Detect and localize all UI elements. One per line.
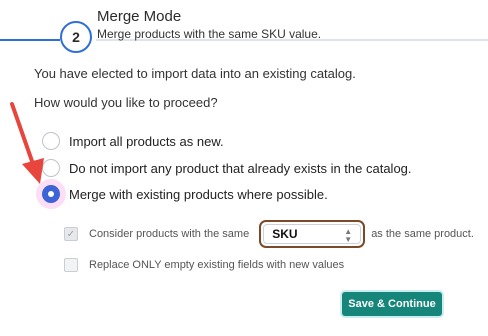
consider-same-product-row: ✓ Consider products with the same SKU ▲ ▼… xyxy=(64,220,474,248)
step-number-badge: 2 xyxy=(60,21,92,53)
replace-empty-label: Replace ONLY empty existing fields with … xyxy=(89,259,345,271)
option-label: Merge with existing products where possi… xyxy=(69,186,328,202)
replace-empty-checkbox[interactable] xyxy=(64,258,78,272)
step-title: Merge Mode xyxy=(97,8,182,25)
option-skip-existing[interactable]: Do not import any product that already e… xyxy=(42,157,412,179)
consider-checkbox[interactable]: ✓ xyxy=(64,227,78,241)
radio-button-selected[interactable] xyxy=(42,185,60,203)
consider-prefix-label: Consider products with the same xyxy=(89,228,250,240)
step-subtitle: Merge products with the same SKU value. xyxy=(97,27,322,41)
step-number: 2 xyxy=(72,29,80,45)
option-label: Import all products as new. xyxy=(69,133,224,149)
replace-empty-fields-row: Replace ONLY empty existing fields with … xyxy=(64,255,344,275)
step-progress-line-completed xyxy=(0,39,60,41)
match-field-select[interactable]: SKU ▲ ▼ xyxy=(259,220,366,248)
consider-suffix-label: as the same product. xyxy=(371,228,474,240)
save-continue-button[interactable]: Save & Continue xyxy=(342,292,442,316)
intro-text: You have elected to import data into an … xyxy=(34,66,356,81)
checkmark-icon: ✓ xyxy=(66,228,76,240)
question-text: How would you like to proceed? xyxy=(34,95,218,110)
chevron-updown-icon: ▲ ▼ xyxy=(344,227,353,244)
match-field-value: SKU xyxy=(272,227,298,241)
option-merge-existing[interactable]: Merge with existing products where possi… xyxy=(42,183,328,205)
match-field-select-box[interactable]: SKU ▲ ▼ xyxy=(263,224,362,244)
option-label: Do not import any product that already e… xyxy=(69,160,412,176)
option-import-all-as-new[interactable]: Import all products as new. xyxy=(42,130,224,152)
radio-button[interactable] xyxy=(42,132,60,150)
radio-button[interactable] xyxy=(42,159,60,177)
